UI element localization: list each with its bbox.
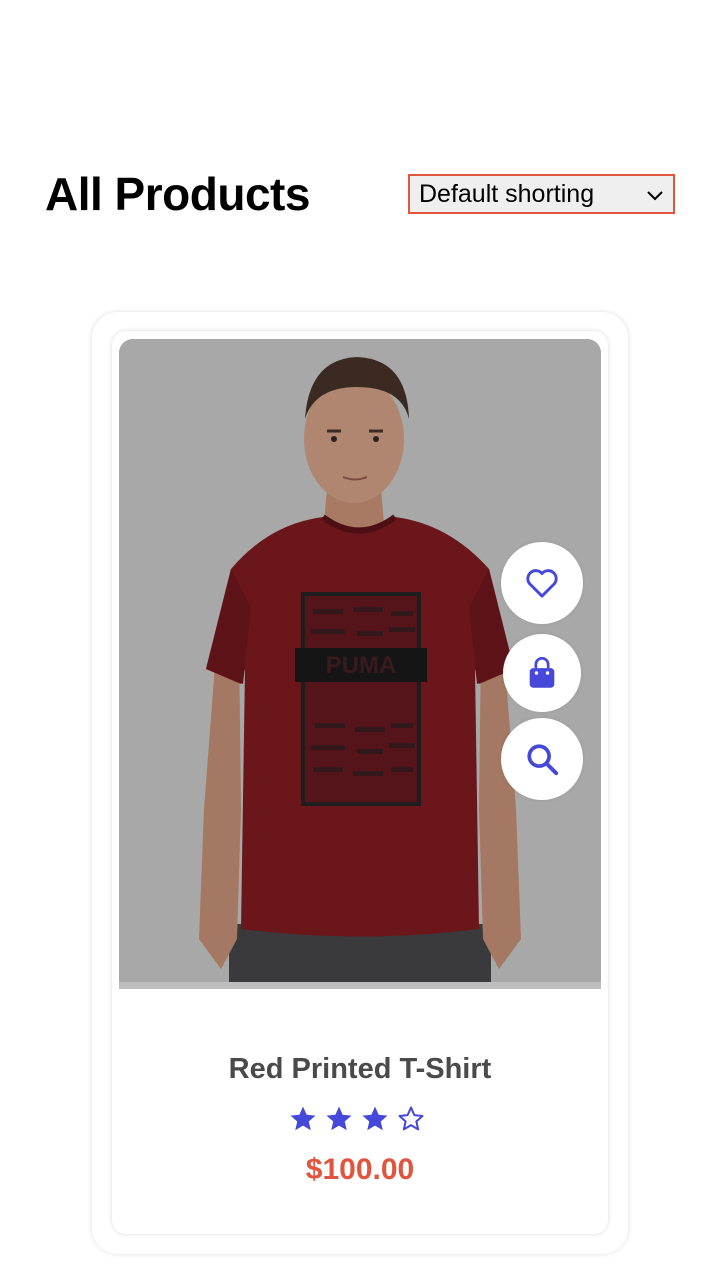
product-card-container: PUMA Red Printed T-Shirt $100.00	[92, 312, 628, 1254]
shopping-bag-icon	[529, 657, 555, 688]
shirt-print-text: PUMA	[326, 652, 397, 679]
search-icon	[527, 744, 559, 776]
chevron-down-icon	[647, 191, 663, 201]
page-title: All Products	[45, 168, 310, 220]
product-name[interactable]: Red Printed T-Shirt	[112, 1053, 608, 1086]
star-filled-icon	[362, 1106, 388, 1131]
star-outline-icon	[398, 1106, 424, 1131]
quick-view-button[interactable]	[501, 718, 583, 800]
wishlist-button[interactable]	[501, 542, 583, 624]
star-rating	[288, 1104, 426, 1138]
product-card[interactable]: PUMA Red Printed T-Shirt $100.00	[112, 331, 608, 1234]
sort-select[interactable]: Default shorting	[408, 174, 675, 214]
product-image[interactable]: PUMA	[119, 339, 601, 989]
product-price: $100.00	[305, 1153, 415, 1186]
heart-icon	[526, 569, 558, 598]
star-filled-icon	[290, 1106, 316, 1131]
star-filled-icon	[326, 1106, 352, 1131]
sort-selected-label: Default shorting	[419, 179, 595, 208]
add-to-cart-button[interactable]	[503, 634, 581, 712]
page-header: All Products Default shorting	[45, 165, 675, 225]
